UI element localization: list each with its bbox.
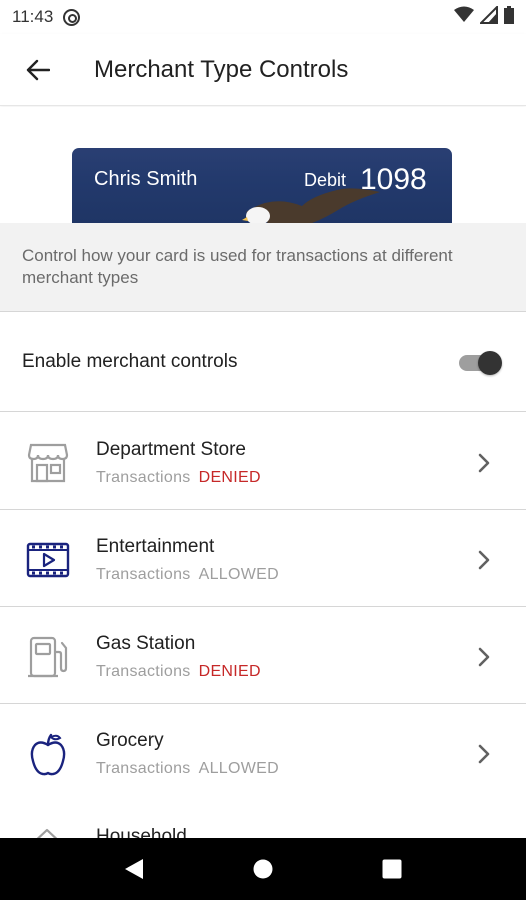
info-banner: Control how your card is used for transa… [0,223,526,312]
nav-back-button[interactable] [114,849,154,889]
merchant-name: Entertainment [96,536,215,557]
enable-merchant-controls-label: Enable merchant controls [22,351,238,372]
status-label: Transactions [96,566,191,583]
nav-recents-button[interactable] [372,849,412,889]
merchant-name: Grocery [96,730,164,751]
battery-icon [504,6,514,24]
merchant-status: Transactions DENIED [96,469,261,487]
merchant-name: Department Store [96,439,246,460]
status-label: Transactions [96,663,191,680]
merchant-row-gas-station[interactable]: Gas Station Transactions DENIED [0,607,526,704]
status-value: DENIED [198,469,261,486]
back-arrow-icon [26,59,50,80]
status-icons [454,6,514,24]
status-value: DENIED [198,663,261,680]
square-recents-icon [382,859,402,879]
merchant-status: Transactions ALLOWED [96,566,279,584]
back-button[interactable] [18,50,58,90]
app-bar: Merchant Type Controls [0,34,526,106]
page-title: Merchant Type Controls [94,55,349,83]
info-text: Control how your card is used for transa… [22,246,453,287]
house-icon [36,828,58,838]
gas-pump-icon [25,634,71,680]
at-sign-icon [63,8,81,26]
debit-card: Chris Smith Debit 1098 [72,148,452,223]
merchant-status: Transactions ALLOWED [96,760,279,778]
merchant-row-department-store[interactable]: Department Store Transactions DENIED [0,413,526,510]
merchant-row-household[interactable]: Household [0,800,526,838]
merchant-name: Gas Station [96,633,196,654]
chevron-right-icon [478,744,490,764]
nav-home-button[interactable] [243,849,283,889]
status-value: ALLOWED [198,566,279,583]
triangle-back-icon [125,859,144,879]
chevron-right-icon [478,647,490,667]
enable-merchant-controls-row: Enable merchant controls [0,313,526,412]
storefront-icon [25,440,71,486]
card-type: Debit [304,170,347,190]
chevron-right-icon [478,453,490,473]
signal-icon [480,6,498,24]
card-preview-area: Chris Smith Debit 1098 [0,107,526,223]
toggle-thumb [478,351,502,375]
status-label: Transactions [96,760,191,777]
system-nav-bar [0,838,526,900]
merchant-name: Household [96,826,187,838]
status-bar: 11:43 [0,0,526,34]
chevron-right-icon [478,550,490,570]
card-last-digits: 1098 [360,163,427,196]
merchant-row-entertainment[interactable]: Entertainment Transactions ALLOWED [0,510,526,607]
status-label: Transactions [96,469,191,486]
enable-merchant-controls-toggle[interactable] [459,351,502,375]
status-time: 11:43 [12,7,54,26]
status-value: ALLOWED [198,760,279,777]
merchant-status: Transactions DENIED [96,663,261,681]
apple-icon [25,731,71,777]
wifi-icon [454,6,474,22]
card-holder-name: Chris Smith [94,168,198,190]
film-icon [25,537,71,583]
circle-home-icon [253,859,273,879]
merchant-row-grocery[interactable]: Grocery Transactions ALLOWED [0,704,526,801]
